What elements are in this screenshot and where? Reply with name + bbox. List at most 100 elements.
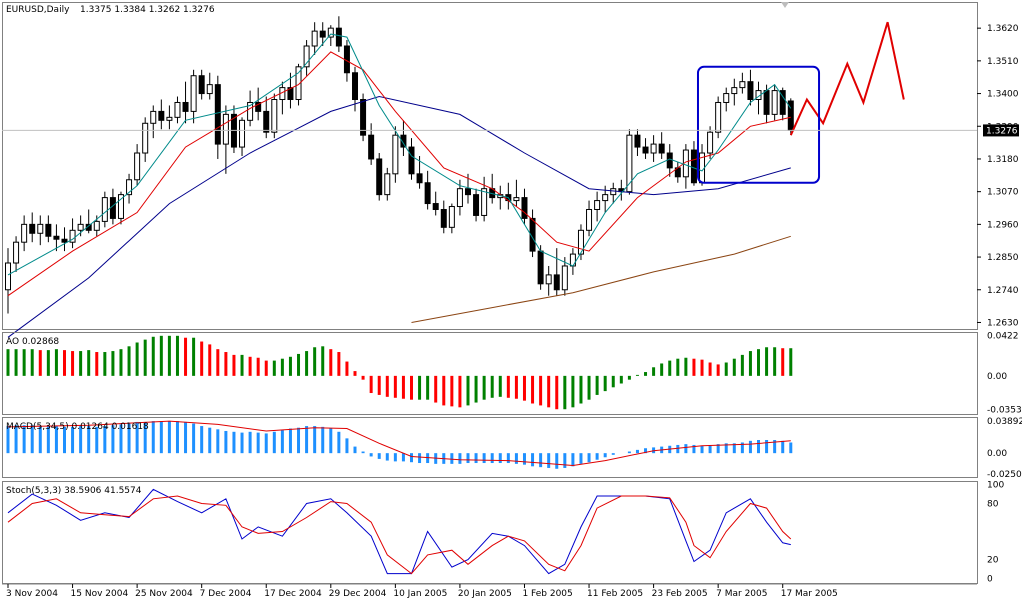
candle-body-57 — [464, 188, 471, 196]
candle-body-0 — [5, 262, 11, 291]
price-tick-label-0: 1.2630 — [987, 318, 1019, 328]
candle-body-81 — [658, 143, 665, 154]
current-price-label: 1.3276 — [986, 126, 1018, 136]
candle-body-39 — [319, 30, 326, 38]
candle-body-13 — [109, 197, 116, 219]
macd-tick-label-0: 0.03892 — [987, 417, 1022, 427]
candle-body-53 — [432, 203, 439, 210]
candle-body-26 — [214, 84, 221, 145]
candle-body-20 — [166, 116, 173, 121]
ao-tick-label-2: -0.03533 — [987, 406, 1022, 416]
candle-body-3 — [29, 223, 36, 234]
candle-body-69 — [561, 265, 568, 291]
stoch-tick-label-1: 80 — [987, 499, 999, 509]
date-label-6: 10 Jan 2005 — [393, 589, 447, 599]
candle-body-25 — [206, 84, 213, 95]
candle-body-67 — [545, 274, 552, 285]
price-tick-label-2: 1.2850 — [987, 253, 1019, 263]
candle-body-70 — [569, 253, 576, 267]
candle-body-91 — [739, 81, 746, 89]
candle-body-22 — [182, 101, 189, 112]
candle-body-54 — [440, 208, 447, 228]
candle-body-46 — [376, 158, 383, 196]
candle-body-19 — [158, 110, 165, 121]
candle-body-51 — [416, 173, 423, 184]
candle-body-64 — [521, 197, 528, 219]
candle-body-43 — [352, 72, 359, 101]
candle-body-82 — [666, 152, 673, 169]
candle-body-45 — [368, 134, 375, 160]
candle-body-90 — [731, 87, 738, 95]
chart-background — [0, 0, 1022, 601]
price-tick-label-1: 1.2740 — [987, 286, 1019, 296]
price-tick-label-9: 1.3620 — [987, 24, 1019, 34]
date-label-11: 7 Mar 2005 — [716, 589, 767, 599]
candle-body-21 — [174, 101, 181, 118]
candle-body-9 — [77, 223, 84, 231]
candle-body-79 — [642, 146, 649, 154]
candle-body-72 — [586, 208, 593, 231]
macd-tick-label-2: -0.02507 — [987, 470, 1022, 480]
candle-body-80 — [650, 143, 657, 154]
candle-body-56 — [456, 188, 463, 208]
candle-body-87 — [707, 131, 714, 154]
date-label-12: 17 Mar 2005 — [781, 589, 838, 599]
symbol-label: EURUSD,Daily — [6, 5, 70, 15]
candle-body-4 — [37, 223, 44, 234]
candle-body-16 — [134, 152, 141, 181]
candle-body-94 — [763, 90, 770, 115]
stoch-label: Stoch(5,3,3) 38.5906 41.5574 — [6, 486, 142, 496]
candle-body-78 — [634, 134, 641, 148]
date-label-1: 15 Nov 2004 — [71, 589, 129, 599]
candle-body-29 — [239, 119, 246, 148]
candle-body-59 — [481, 188, 488, 216]
date-label-2: 25 Nov 2004 — [135, 589, 193, 599]
candle-body-1 — [13, 241, 20, 264]
candle-body-27 — [222, 113, 229, 145]
trading-chart: 1.2630 1.2740 1.2850 1.2960 1.3070 1.3180 1.32… — [0, 0, 1022, 601]
date-label-7: 20 Jan 2005 — [458, 589, 512, 599]
ao-tick-label-0: 0.0422 — [987, 332, 1019, 342]
candle-body-58 — [473, 194, 480, 216]
candle-body-33 — [271, 99, 278, 133]
date-label-9: 11 Feb 2005 — [587, 589, 643, 599]
macd-tick-label-1: 0.00 — [987, 449, 1007, 459]
candle-body-44 — [360, 99, 367, 136]
candle-body-66 — [537, 250, 544, 285]
candle-body-5 — [45, 223, 52, 237]
candle-body-52 — [424, 182, 431, 205]
candle-body-88 — [715, 101, 722, 133]
date-label-0: 3 Nov 2004 — [6, 589, 58, 599]
candle-body-11 — [93, 220, 100, 231]
macd-label: MACD(5,34,5) 0.01264 0.01618 — [6, 422, 149, 432]
date-label-8: 1 Feb 2005 — [522, 589, 572, 599]
candle-body-17 — [142, 122, 149, 154]
candle-body-89 — [723, 93, 730, 103]
candle-body-2 — [21, 223, 28, 243]
candle-body-7 — [61, 238, 68, 243]
date-label-3: 7 Dec 2004 — [200, 589, 252, 599]
candle-body-63 — [513, 197, 520, 202]
price-tick-label-4: 1.3070 — [987, 188, 1019, 198]
candle-body-18 — [150, 110, 157, 124]
date-label-5: 29 Dec 2004 — [329, 589, 387, 599]
candle-body-95 — [771, 90, 778, 115]
stoch-tick-label-2: 20 — [987, 556, 999, 566]
candle-body-6 — [53, 235, 60, 240]
candle-body-73 — [594, 200, 601, 210]
candle-body-23 — [190, 75, 197, 112]
candle-body-74 — [602, 194, 609, 202]
ao-label: AO 0.02868 — [6, 337, 59, 347]
candle-body-75 — [610, 188, 617, 196]
candle-body-41 — [335, 27, 342, 47]
price-tick-label-5: 1.3180 — [987, 155, 1019, 165]
date-label-4: 17 Dec 2004 — [264, 589, 322, 599]
stoch-tick-label-3: 0 — [987, 574, 993, 584]
candle-body-12 — [101, 197, 108, 222]
candle-body-85 — [690, 149, 697, 184]
candle-body-48 — [392, 134, 399, 175]
candle-body-68 — [553, 274, 560, 291]
price-tick-label-8: 1.3510 — [987, 57, 1019, 67]
candle-body-92 — [747, 81, 754, 101]
price-tick-label-7: 1.3400 — [987, 90, 1019, 100]
